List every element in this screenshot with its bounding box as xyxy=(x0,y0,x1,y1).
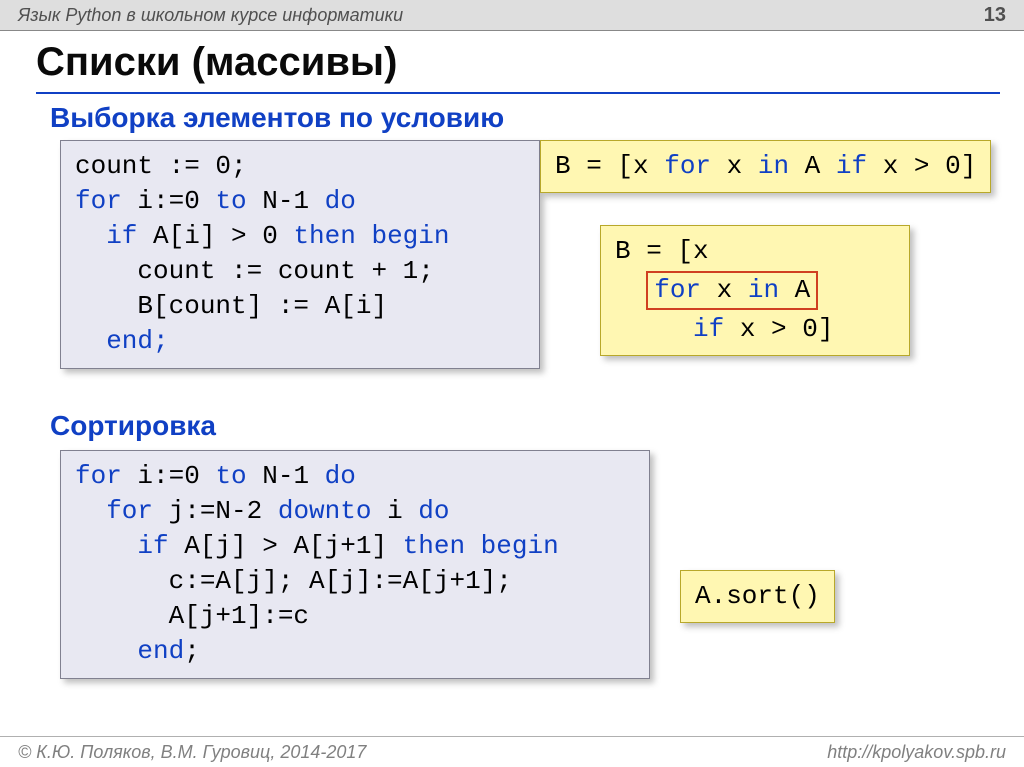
kw: for xyxy=(664,151,711,181)
kw: for xyxy=(654,275,701,305)
kw: for xyxy=(75,461,122,491)
code-text: ; xyxy=(184,636,200,666)
code-text: A[j] > A[j+1] xyxy=(169,531,403,561)
code-text: A xyxy=(779,275,810,305)
kw: end xyxy=(75,636,184,666)
code-text: B[count] := A[i] xyxy=(75,291,387,321)
code-text: A[j+1]:=c xyxy=(75,601,309,631)
code-pascal-sort: for i:=0 to N-1 do for j:=N-2 downto i d… xyxy=(60,450,650,679)
main-title: Списки (массивы) xyxy=(36,40,397,85)
kw: do xyxy=(418,496,449,526)
kw: do xyxy=(325,461,356,491)
kw: then begin xyxy=(403,531,559,561)
kw: for xyxy=(75,496,153,526)
code-python-filter-multiline: B = [x for x in A if x > 0] xyxy=(600,225,910,356)
kw: then begin xyxy=(293,221,449,251)
code-text: i:=0 xyxy=(122,461,216,491)
kw: if xyxy=(75,531,169,561)
code-pascal-filter: count := 0; for i:=0 to N-1 do if A[i] >… xyxy=(60,140,540,369)
title-rule xyxy=(36,92,1000,94)
section-title-filter: Выборка элементов по условию xyxy=(50,102,504,134)
kw: if xyxy=(75,221,137,251)
highlight-box: for x in A xyxy=(646,271,818,310)
kw: if xyxy=(836,151,867,181)
kw: downto xyxy=(278,496,372,526)
section-title-sort: Сортировка xyxy=(50,410,216,442)
code-text: A[i] > 0 xyxy=(137,221,293,251)
kw: do xyxy=(325,186,356,216)
kw: in xyxy=(748,275,779,305)
code-text: i:=0 xyxy=(122,186,216,216)
code-python-filter-oneline: B = [x for x in A if x > 0] xyxy=(540,140,991,193)
slide: Язык Python в школьном курсе информатики… xyxy=(0,0,1024,767)
kw: in xyxy=(758,151,789,181)
kw: end; xyxy=(75,326,169,356)
kw: to xyxy=(215,461,246,491)
topbar-title: Язык Python в школьном курсе информатики xyxy=(18,5,403,26)
code-text: A xyxy=(789,151,836,181)
code-text: c:=A[j]; A[j]:=A[j+1]; xyxy=(75,566,512,596)
footer-left: © К.Ю. Поляков, В.М. Гуровиц, 2014-2017 xyxy=(18,742,366,763)
page-number: 13 xyxy=(984,4,1006,27)
code-text: count := 0; xyxy=(75,151,247,181)
code-python-sort: A.sort() xyxy=(680,570,835,623)
topbar: Язык Python в школьном курсе информатики… xyxy=(0,0,1024,31)
kw: if xyxy=(615,314,724,344)
kw: to xyxy=(215,186,246,216)
code-text: x xyxy=(711,151,758,181)
footer: © К.Ю. Поляков, В.М. Гуровиц, 2014-2017 … xyxy=(0,736,1024,767)
code-text: x > 0] xyxy=(867,151,976,181)
footer-right: http://kpolyakov.spb.ru xyxy=(827,742,1006,763)
code-text: count := count + 1; xyxy=(75,256,434,286)
code-text: B = [x xyxy=(615,236,709,266)
code-text: j:=N-2 xyxy=(153,496,278,526)
code-text: B = [x xyxy=(555,151,664,181)
code-text: i xyxy=(371,496,418,526)
code-text: N-1 xyxy=(247,186,325,216)
kw: for xyxy=(75,186,122,216)
code-text: x > 0] xyxy=(724,314,833,344)
code-text: N-1 xyxy=(247,461,325,491)
code-text: x xyxy=(701,275,748,305)
